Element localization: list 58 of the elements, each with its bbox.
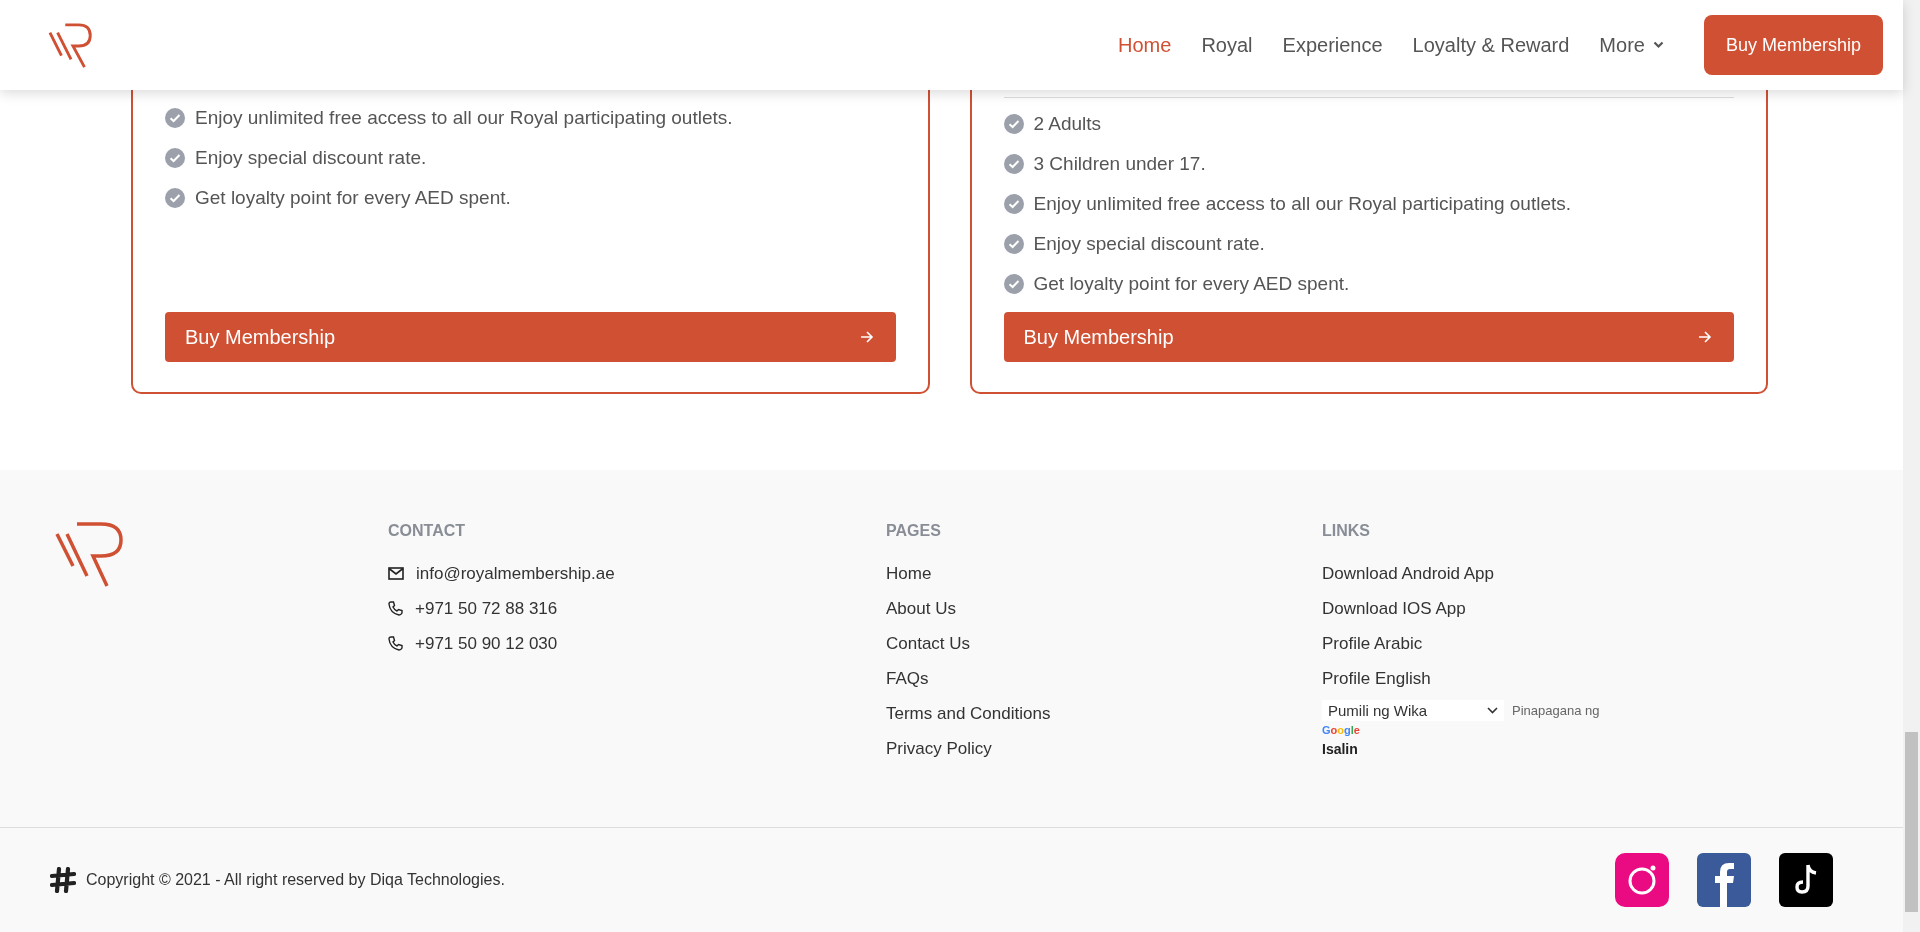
check-circle-icon bbox=[165, 108, 185, 128]
contact-text: +971 50 72 88 316 bbox=[415, 598, 558, 619]
buy-membership-button[interactable]: Buy Membership bbox=[165, 312, 896, 362]
footer-link[interactable]: Terms and Conditions bbox=[886, 696, 1322, 731]
nav-link[interactable]: Home bbox=[1118, 33, 1172, 57]
tiktok-icon[interactable] bbox=[1779, 852, 1833, 907]
nav-link[interactable]: Experience bbox=[1282, 33, 1383, 57]
arrow-right-icon bbox=[859, 330, 874, 344]
footer-link[interactable]: Download IOS App bbox=[1322, 591, 1600, 626]
check-circle-icon bbox=[1003, 234, 1024, 254]
check-circle-icon bbox=[1003, 194, 1024, 214]
column-heading: PAGES bbox=[886, 522, 942, 540]
footer-link[interactable]: About Us bbox=[886, 591, 1322, 626]
feature-text: Enjoy special discount rate. bbox=[1033, 233, 1265, 255]
column-heading: CONTACT bbox=[388, 522, 467, 540]
footer-link[interactable]: Profile Arabic bbox=[1322, 626, 1600, 661]
feature-text: 2 Adults bbox=[1033, 113, 1102, 135]
phone-icon bbox=[388, 636, 403, 651]
copyright-text: Copyright © 2021 - All right reserved by Diqa Technologies. bbox=[86, 870, 505, 889]
contact-text: +971 50 90 12 030 bbox=[415, 633, 558, 654]
check-circle-icon bbox=[1003, 114, 1024, 134]
translate-link[interactable]: Isalin bbox=[1322, 741, 1600, 757]
footer-link[interactable]: FAQs bbox=[886, 661, 1322, 696]
nav-link[interactable]: Loyalty & Reward bbox=[1412, 33, 1570, 57]
caret-icon bbox=[1652, 41, 1664, 49]
check-circle-icon bbox=[1003, 274, 1024, 294]
buy-membership-button[interactable]: Buy Membership bbox=[1003, 312, 1734, 362]
language-select[interactable]: Pumili ng Wika bbox=[1322, 700, 1504, 721]
check-circle-icon bbox=[165, 148, 185, 168]
hashtag-icon bbox=[50, 866, 76, 893]
feature-text: Get loyalty point for every AED spent. bbox=[1033, 273, 1350, 295]
facebook-icon[interactable] bbox=[1697, 852, 1751, 907]
footer-link[interactable]: Privacy Policy bbox=[886, 731, 1322, 766]
powered-by-text: Pinapagana ng bbox=[1512, 703, 1600, 718]
feature-text: 3 Children under 17. bbox=[1033, 153, 1206, 175]
footer-link[interactable]: Contact Us bbox=[886, 626, 1322, 661]
footer-link[interactable]: Home bbox=[886, 556, 1322, 591]
nav-link[interactable]: Royal bbox=[1201, 33, 1253, 57]
instagram-icon[interactable] bbox=[1615, 852, 1669, 907]
phone-icon bbox=[388, 601, 403, 616]
envelope-icon bbox=[388, 567, 404, 580]
arrow-right-icon bbox=[1698, 330, 1712, 344]
nav-link[interactable]: More bbox=[1599, 33, 1664, 57]
contact-text: info@royalmembership.ae bbox=[416, 563, 615, 584]
feature-text: Enjoy unlimited free access to all our Royal participating outlets. bbox=[195, 107, 733, 129]
scrollbar[interactable] bbox=[1903, 0, 1920, 932]
feature-text: Enjoy special discount rate. bbox=[195, 147, 427, 169]
buy-membership-button[interactable]: Buy Membership bbox=[1703, 15, 1883, 75]
feature-text: Enjoy unlimited free access to all our Royal participating outlets. bbox=[1033, 193, 1572, 215]
scrollbar-thumb[interactable] bbox=[1905, 732, 1918, 912]
google-logo: Google bbox=[1322, 724, 1361, 736]
check-circle-icon bbox=[1003, 154, 1024, 174]
check-circle-icon bbox=[165, 188, 185, 208]
footer-link[interactable]: Profile English bbox=[1322, 661, 1600, 696]
footer-link[interactable]: Download Android App bbox=[1322, 556, 1600, 591]
column-heading: LINKS bbox=[1322, 522, 1371, 540]
feature-text: Get loyalty point for every AED spent. bbox=[195, 187, 511, 209]
caret-icon bbox=[1487, 707, 1498, 714]
